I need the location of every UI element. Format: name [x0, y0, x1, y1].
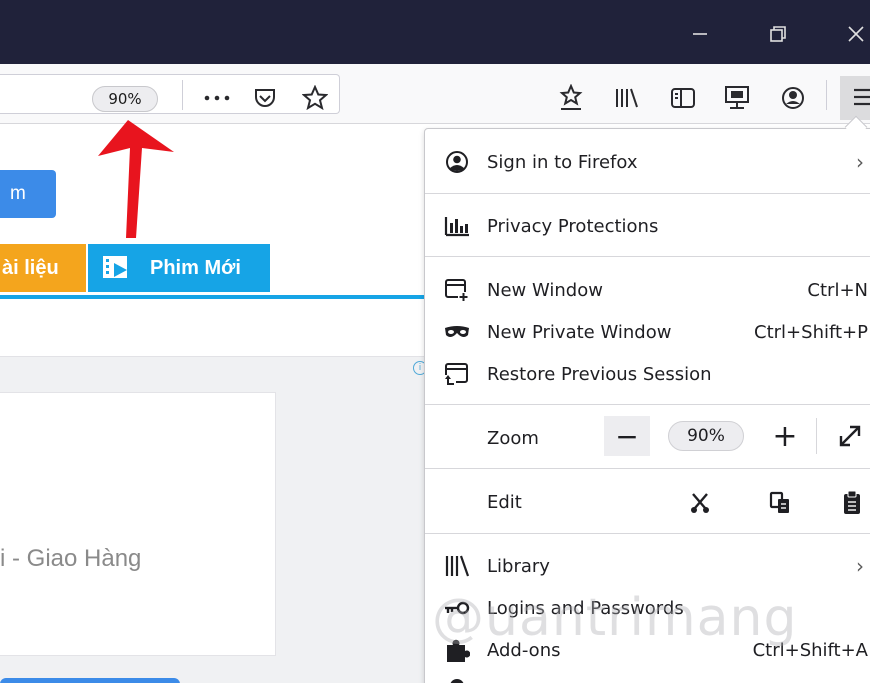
puzzle-icon [444, 638, 470, 662]
pocket-icon[interactable] [248, 81, 282, 115]
bottom-button[interactable] [0, 678, 180, 683]
menu-restore-session[interactable]: Restore Previous Session [424, 354, 870, 394]
privacy-chart-icon [444, 214, 470, 238]
fullscreen-button[interactable] [830, 416, 870, 456]
menu-new-window-label: New Window [487, 279, 603, 301]
private-mask-icon [444, 320, 470, 344]
menu-separator [425, 533, 870, 534]
menu-new-private-window[interactable]: New Private Window Ctrl+Shift+P [424, 312, 870, 352]
menu-private-window-label: New Private Window [487, 321, 672, 343]
zoom-reset-button[interactable]: 90% [668, 421, 744, 451]
chevron-right-icon: › [856, 554, 864, 578]
menu-separator [425, 468, 870, 469]
cut-button[interactable] [680, 483, 720, 523]
nav-underline [0, 295, 430, 299]
key-icon [444, 596, 470, 620]
menu-logins-passwords[interactable]: Logins and Passwords [424, 588, 870, 628]
menu-separator [425, 256, 870, 257]
menu-options-partial[interactable] [424, 672, 870, 683]
screen: 90% m ài liệu Phim Mới i i - Giao Hàng S… [0, 0, 870, 683]
clipboard-icon [844, 490, 860, 514]
page-actions-icon[interactable] [200, 81, 234, 115]
menu-private-window-shortcut: Ctrl+Shift+P [754, 321, 868, 343]
paste-button[interactable] [832, 483, 870, 523]
screenshot-icon[interactable] [720, 81, 754, 115]
menu-new-window-shortcut: Ctrl+N [807, 279, 868, 301]
zoom-separator [816, 418, 817, 454]
hamburger-menu-icon [854, 88, 870, 106]
nav-tab-documents[interactable]: ài liệu [0, 244, 86, 292]
menu-edit-row: Edit [424, 482, 594, 522]
title-bar [0, 0, 870, 64]
copy-icon [769, 491, 789, 513]
zoom-indicator[interactable]: 90% [92, 86, 158, 112]
minimize-icon[interactable] [680, 16, 720, 52]
menu-restore-label: Restore Previous Session [487, 363, 712, 385]
menu-zoom-label: Zoom [487, 427, 539, 449]
menu-library[interactable]: Library › [424, 546, 870, 586]
copy-button[interactable] [760, 483, 800, 523]
url-bar[interactable] [0, 74, 340, 114]
restore-session-icon [444, 362, 470, 386]
account-icon[interactable] [776, 81, 810, 115]
fullscreen-icon [839, 425, 861, 447]
zoom-out-button[interactable]: − [604, 416, 650, 456]
gear-icon [444, 674, 470, 683]
toolbar-separator [826, 80, 827, 110]
menu-zoom-row: Zoom [424, 418, 594, 458]
menu-edit-label: Edit [487, 491, 522, 513]
annotation-arrow [98, 120, 174, 238]
hamburger-menu-button[interactable] [840, 76, 870, 120]
menu-sign-in[interactable]: Sign in to Firefox › [424, 142, 870, 182]
account-icon [444, 150, 470, 174]
menu-privacy-label: Privacy Protections [487, 215, 659, 237]
library-icon [444, 554, 470, 578]
bookmarks-menu-icon[interactable] [554, 81, 588, 115]
scissors-icon [691, 493, 709, 513]
chevron-right-icon: › [856, 150, 864, 174]
card-text: i - Giao Hàng [0, 545, 142, 572]
menu-separator [425, 193, 870, 194]
menu-separator [425, 404, 870, 405]
menu-library-label: Library [487, 555, 550, 577]
content-card [0, 392, 276, 656]
sidebar-icon[interactable] [666, 81, 700, 115]
menu-logins-label: Logins and Passwords [487, 597, 684, 619]
menu-sign-in-label: Sign in to Firefox [487, 151, 638, 173]
menu-privacy-protections[interactable]: Privacy Protections [424, 206, 870, 246]
menu-add-ons[interactable]: Add-ons Ctrl+Shift+A [424, 630, 870, 670]
film-icon [103, 256, 127, 278]
nav-tab-new-movies[interactable]: Phim Mới [88, 244, 270, 292]
menu-addons-label: Add-ons [487, 639, 561, 661]
zoom-in-button[interactable]: + [764, 416, 806, 456]
menu-new-window[interactable]: New Window Ctrl+N [424, 270, 870, 310]
close-icon[interactable] [836, 16, 870, 52]
urlbar-separator [182, 80, 183, 110]
nav-tab-new-movies-label: Phim Mới [150, 256, 241, 279]
library-icon[interactable] [610, 81, 644, 115]
new-window-icon [444, 278, 470, 302]
bookmark-star-icon[interactable] [298, 81, 332, 115]
restore-icon[interactable] [758, 16, 798, 52]
menu-addons-shortcut: Ctrl+Shift+A [752, 639, 868, 661]
search-button[interactable]: m [0, 170, 56, 218]
